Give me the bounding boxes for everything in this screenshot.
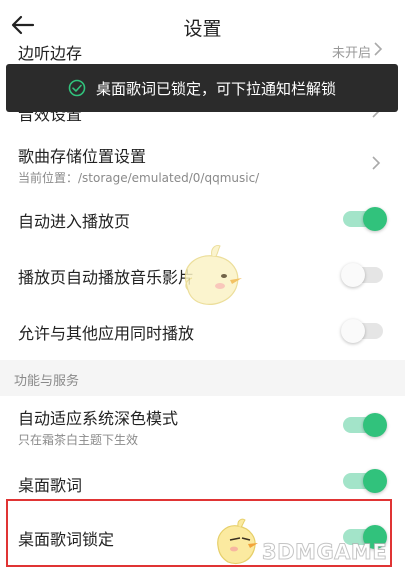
row-label: 自动适应系统深色模式	[18, 409, 179, 428]
row-value: 未开启	[331, 46, 371, 61]
settings-page: 设置 边听边存 未开启 音效设置 桌面歌词已锁定，可下拉通知栏解锁 歌曲存储位置…	[0, 0, 405, 573]
toggle-knob	[363, 413, 387, 437]
row-label: 播放页自动播放音乐影片	[18, 268, 195, 287]
toggle-knob	[341, 319, 365, 343]
dark-mode-toggle[interactable]	[343, 413, 387, 437]
check-circle-icon	[68, 79, 86, 97]
row-subtitle: 只在霜茶白主题下生效	[18, 433, 139, 447]
toast-message: 桌面歌词已锁定，可下拉通知栏解锁	[95, 79, 336, 98]
row-label: 边听边存	[18, 44, 83, 63]
chevron-right-icon	[374, 42, 383, 56]
lock-toast: 桌面歌词已锁定，可下拉通知栏解锁	[6, 64, 398, 112]
row-subtitle: 当前位置：/storage/emulated/0/qqmusic/	[18, 171, 260, 185]
mascot-chick-icon	[184, 245, 242, 305]
toggle-knob	[363, 469, 387, 493]
settings-row-listen-save[interactable]: 边听边存 未开启	[0, 34, 405, 64]
row-label: 允许与其他应用同时播放	[18, 324, 195, 343]
settings-row-auto-enter-player[interactable]: 自动进入播放页	[0, 196, 405, 242]
desktop-lyrics-toggle[interactable]	[343, 469, 387, 493]
mix-playback-toggle[interactable]	[341, 319, 383, 343]
settings-row-storage-location[interactable]: 歌曲存储位置设置 当前位置：/storage/emulated/0/qqmusi…	[0, 136, 405, 192]
row-label: 自动进入播放页	[18, 212, 131, 231]
row-label: 歌曲存储位置设置	[18, 147, 147, 166]
section-title: 功能与服务	[14, 374, 80, 389]
watermark-logo: 3DMGAME	[261, 540, 388, 565]
row-label: 桌面歌词	[18, 476, 83, 495]
chevron-right-icon	[372, 156, 381, 170]
mascot-chick-icon	[217, 518, 258, 565]
autoplay-video-toggle[interactable]	[341, 263, 383, 287]
auto-enter-player-toggle[interactable]	[343, 207, 387, 231]
toggle-knob	[363, 207, 387, 231]
settings-row-dark-mode[interactable]: 自动适应系统深色模式 只在霜茶白主题下生效	[0, 400, 405, 456]
toggle-knob	[341, 263, 365, 287]
